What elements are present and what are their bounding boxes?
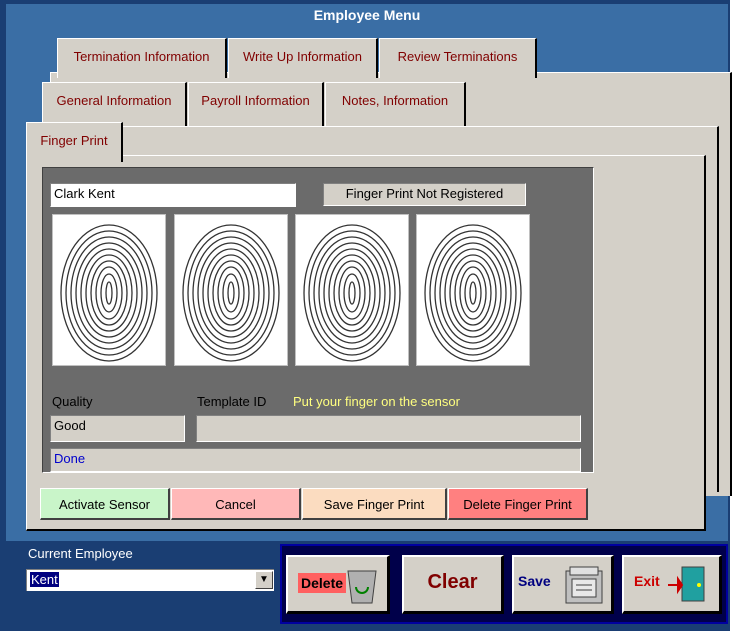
registration-status: Finger Print Not Registered (323, 183, 526, 206)
quality-value: Good (50, 415, 185, 442)
chevron-down-icon[interactable]: ▼ (255, 571, 273, 589)
cancel-button[interactable]: Cancel (171, 488, 301, 520)
clear-label: Clear (427, 571, 478, 593)
exit-label: Exit (634, 573, 660, 589)
fingerprint-image-2 (174, 214, 288, 366)
save-label: Save (518, 573, 551, 589)
tab-general-information[interactable]: General Information (42, 82, 187, 126)
current-employee-value: Kent (30, 572, 59, 587)
exit-door-icon (668, 563, 708, 610)
tab-notes-information[interactable]: Notes, Information (325, 82, 466, 126)
trash-icon (344, 565, 380, 610)
tab-payroll-information[interactable]: Payroll Information (188, 82, 324, 126)
quality-label: Quality (52, 394, 93, 409)
fingerprint-image-4 (416, 214, 530, 366)
employee-name-field: Clark Kent (50, 183, 296, 207)
employee-menu-window: Employee Menu Termination Information Wr… (0, 0, 732, 631)
activate-sensor-button[interactable]: Activate Sensor (40, 488, 170, 520)
current-employee-label: Current Employee (28, 546, 133, 561)
tab-termination-information[interactable]: Termination Information (57, 38, 227, 78)
sensor-instruction: Put your finger on the sensor (293, 394, 460, 409)
tab-review-terminations[interactable]: Review Terminations (379, 38, 537, 78)
template-id-value (196, 415, 581, 442)
clear-button[interactable]: Clear (402, 555, 504, 614)
tab-finger-print[interactable]: Finger Print (26, 122, 123, 162)
current-employee-select[interactable]: Kent ▼ (26, 569, 274, 591)
delete-finger-print-button[interactable]: Delete Finger Print (448, 488, 588, 520)
tab-write-up-information[interactable]: Write Up Information (228, 38, 378, 78)
window-title: Employee Menu (313, 7, 421, 23)
save-finger-print-button[interactable]: Save Finger Print (302, 488, 447, 520)
exit-button[interactable]: Exit (622, 555, 722, 614)
file-cabinet-icon (562, 563, 606, 610)
template-id-label: Template ID (197, 394, 267, 409)
fingerprint-image-3 (295, 214, 409, 366)
progress-status: Done (50, 448, 581, 472)
save-button[interactable]: Save (512, 555, 614, 614)
delete-label: Delete (298, 573, 347, 593)
delete-button[interactable]: Delete (286, 555, 390, 614)
fingerprint-image-1 (52, 214, 166, 366)
